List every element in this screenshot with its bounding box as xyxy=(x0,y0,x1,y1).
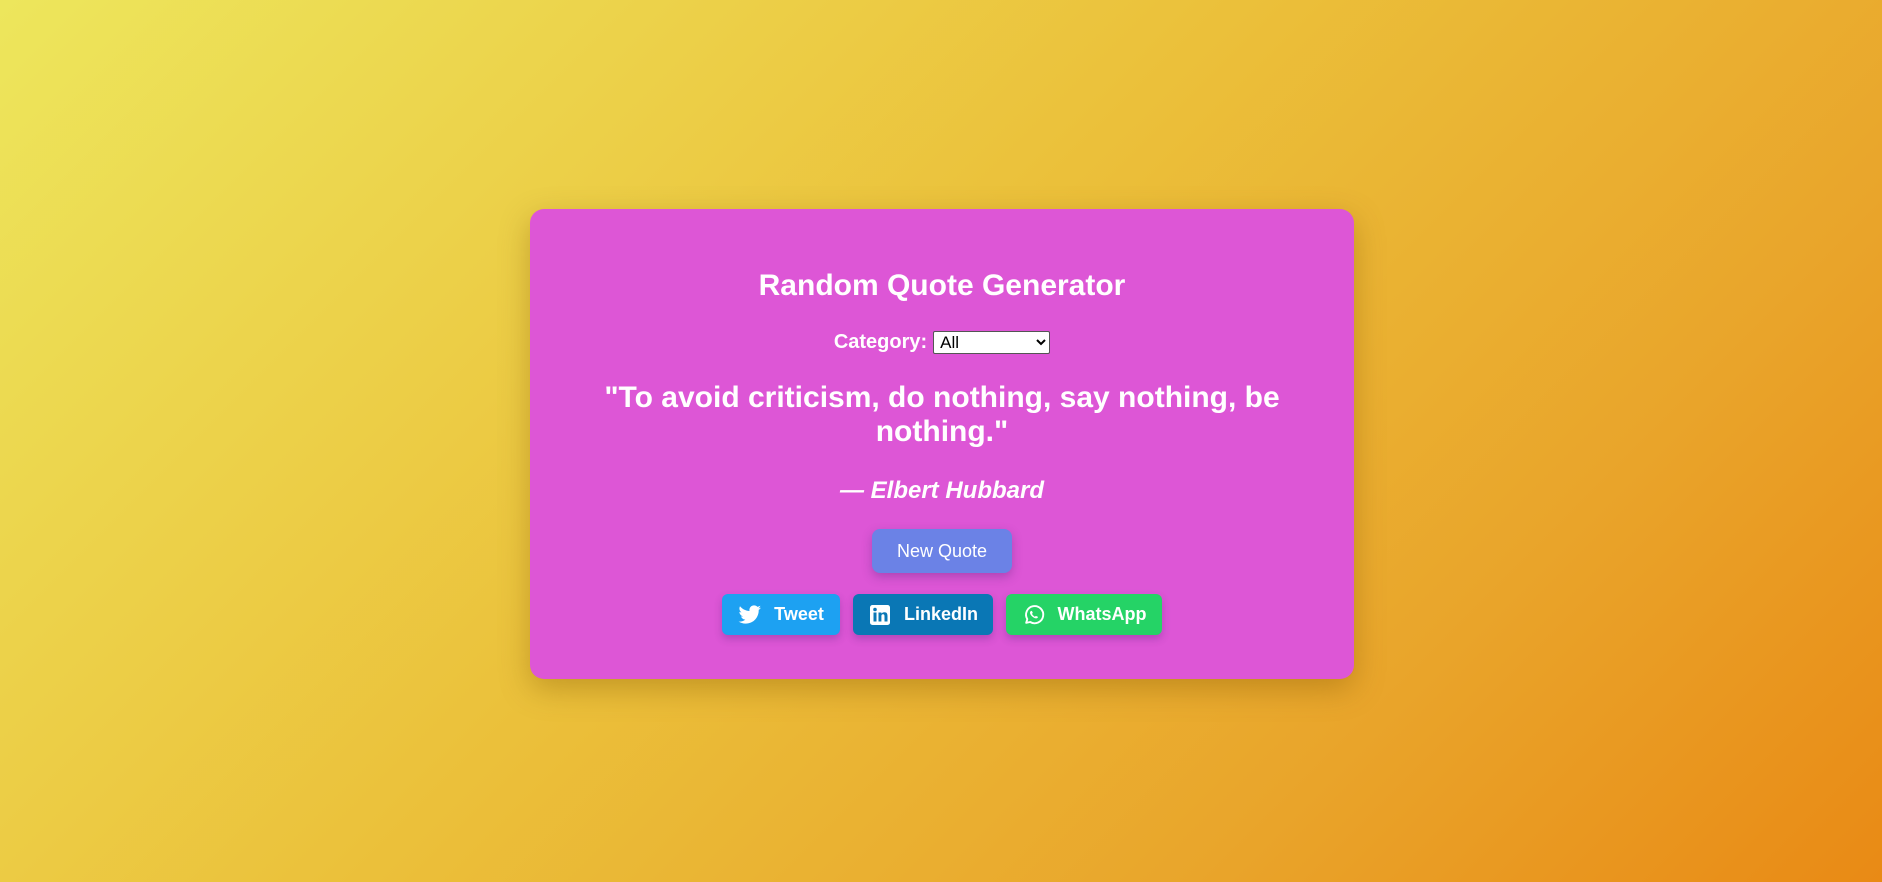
linkedin-icon xyxy=(868,603,892,627)
linkedin-label: LinkedIn xyxy=(904,604,979,624)
whatsapp-icon xyxy=(1022,603,1046,627)
category-label: Category: xyxy=(833,331,928,353)
new-quote-button[interactable]: New Quote xyxy=(872,529,1012,573)
page-title: Random Quote Generator xyxy=(758,269,1126,302)
category-select[interactable]: All xyxy=(933,331,1051,354)
quote-text: "To avoid criticism, do nothing, say not… xyxy=(604,381,1280,448)
linkedin-button[interactable]: LinkedIn xyxy=(853,594,993,635)
quote-author: Elbert Hubbard xyxy=(870,477,1044,504)
twitter-bird-icon xyxy=(738,603,762,627)
author-dash: — xyxy=(839,477,864,504)
quote-card: Random Quote Generator Category: All "To… xyxy=(530,209,1354,679)
whatsapp-label: WhatsApp xyxy=(1057,604,1147,624)
tweet-label: Tweet xyxy=(774,604,824,624)
whatsapp-button[interactable]: WhatsApp xyxy=(1006,594,1162,635)
quote-author-line: — Elbert Hubbard xyxy=(530,477,1354,505)
share-buttons: Tweet LinkedIn WhatsApp xyxy=(530,594,1354,635)
category-row: Category: All xyxy=(530,331,1354,354)
tweet-button[interactable]: Tweet xyxy=(722,594,840,635)
